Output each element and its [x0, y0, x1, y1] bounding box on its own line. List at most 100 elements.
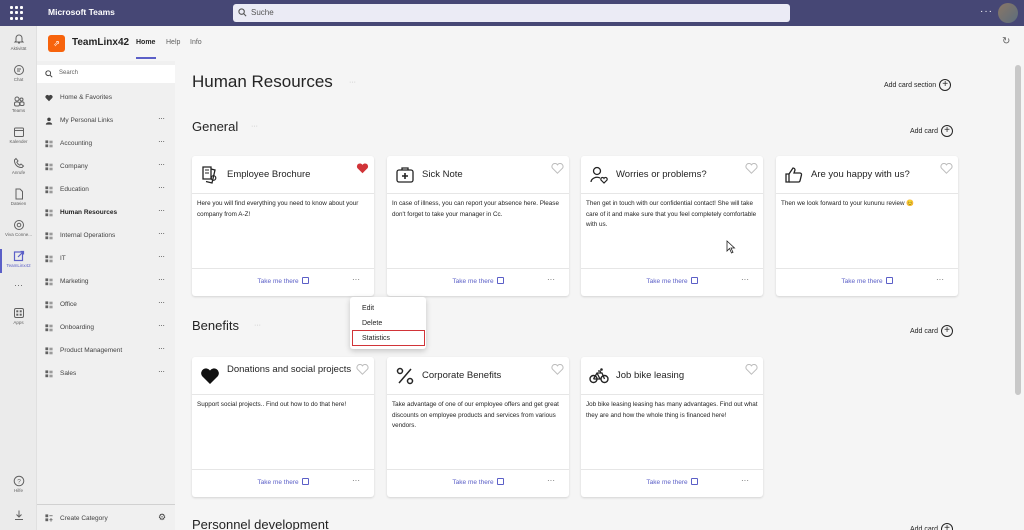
sidebar-item-menu-button[interactable]: ···: [158, 298, 165, 307]
rail-item-calendar[interactable]: Kalender: [0, 123, 37, 153]
rail-item-activity[interactable]: Aktivität: [0, 30, 37, 60]
app-launcher-icon[interactable]: [10, 6, 24, 20]
calendar-icon: [13, 127, 24, 137]
card-menu-button[interactable]: ···: [352, 275, 360, 284]
rail-item-files[interactable]: Dateien: [0, 185, 37, 215]
take-me-there-link[interactable]: Take me there: [192, 277, 374, 285]
tab-home[interactable]: Home: [136, 39, 155, 46]
sidebar-item-menu-button[interactable]: ···: [158, 252, 165, 261]
take-me-there-link[interactable]: Take me there: [581, 478, 763, 486]
sidebar-item-menu-button[interactable]: ···: [158, 183, 165, 192]
create-category-button[interactable]: Create Category ⚙: [37, 504, 175, 530]
take-me-there-link[interactable]: Take me there: [581, 277, 763, 285]
sidebar-item-education[interactable]: Education ···: [37, 181, 175, 199]
avatar[interactable]: [998, 3, 1018, 23]
take-me-there-link[interactable]: Take me there: [387, 478, 569, 486]
favorite-heart-icon[interactable]: [745, 161, 758, 174]
favorite-heart-icon[interactable]: [356, 362, 369, 375]
rail-item-teamlinx42[interactable]: TeamLinx42: [0, 247, 37, 277]
sidebar-item-sales[interactable]: Sales ···: [37, 365, 175, 383]
sidebar-item-label: My Personal Links: [60, 117, 114, 124]
card-menu-button[interactable]: ···: [352, 476, 360, 485]
sidebar-item-onboarding[interactable]: Onboarding ···: [37, 319, 175, 337]
rail-item-viva[interactable]: Viva Conne...: [0, 216, 37, 246]
sidebar-item-menu-button[interactable]: ···: [158, 160, 165, 169]
rail-item-apps[interactable]: Apps: [0, 304, 37, 334]
sidebar-item-menu-button[interactable]: ···: [158, 321, 165, 330]
rail-item-teams[interactable]: Teams: [0, 92, 37, 122]
sidebar-item-label: IT: [60, 255, 66, 262]
sidebar-item-marketing[interactable]: Marketing ···: [37, 273, 175, 291]
sidebar-item-human-resources[interactable]: Human Resources ···: [37, 204, 175, 222]
sidebar-item-menu-button[interactable]: ···: [158, 275, 165, 284]
card-divider: [581, 193, 763, 194]
rail-item-chat[interactable]: Chat: [0, 61, 37, 91]
category-icon: [45, 278, 53, 286]
settings-gear-icon[interactable]: ⚙: [158, 512, 166, 523]
tab-info[interactable]: Info: [190, 39, 202, 46]
link-card-corporate-benefits[interactable]: Corporate Benefits Take advantage of one …: [387, 357, 569, 497]
favorite-heart-icon[interactable]: [745, 362, 758, 375]
search-icon: [238, 8, 247, 17]
card-menu-button[interactable]: ···: [741, 275, 749, 284]
sidebar-item-menu-button[interactable]: ···: [158, 137, 165, 146]
take-me-there-link[interactable]: Take me there: [192, 478, 374, 486]
sidebar-item-menu-button[interactable]: ···: [158, 229, 165, 238]
take-me-there-link[interactable]: Take me there: [776, 277, 958, 285]
take-me-there-label: Take me there: [257, 479, 299, 486]
search-input[interactable]: Suche: [233, 4, 790, 22]
tab-help[interactable]: Help: [166, 39, 180, 46]
sidebar-item-menu-button[interactable]: ···: [158, 367, 165, 376]
rail-item-help[interactable]: ? Hilfe: [0, 472, 37, 502]
link-card-employee-brochure[interactable]: Employee Brochure Here you will find ever…: [192, 156, 374, 296]
link-card-sick-note[interactable]: Sick Note In case of illness, you can rep…: [387, 156, 569, 296]
sidebar-item-label: Marketing: [60, 278, 89, 285]
add-card-button-benefits[interactable]: Add card +: [910, 325, 954, 337]
page-title-menu-button[interactable]: ···: [349, 79, 356, 86]
favorite-heart-icon[interactable]: [551, 161, 564, 174]
menu-item-delete[interactable]: Delete: [362, 320, 382, 327]
category-search-placeholder: Search: [59, 70, 79, 76]
card-divider: [581, 394, 763, 395]
rail-item-calls[interactable]: Anrufe: [0, 154, 37, 184]
add-card-button-general[interactable]: Add card +: [910, 125, 954, 137]
more-options-button[interactable]: ···: [980, 6, 993, 17]
open-external-icon: [301, 478, 309, 485]
rail-item-download[interactable]: [0, 506, 37, 526]
section-menu-button[interactable]: ···: [251, 123, 258, 130]
favorite-heart-icon[interactable]: [551, 362, 564, 375]
scrollbar-thumb[interactable]: [1015, 65, 1021, 395]
sidebar-item-accounting[interactable]: Accounting ···: [37, 135, 175, 153]
sidebar-item-home-favorites[interactable]: Home & Favorites: [37, 89, 175, 107]
link-card-job-bike-leasing[interactable]: Job bike leasing Job bike leasing leasing…: [581, 357, 763, 497]
sidebar-item-company[interactable]: Company ···: [37, 158, 175, 176]
add-card-section-button[interactable]: Add card section +: [884, 79, 952, 91]
favorite-heart-icon[interactable]: [940, 161, 953, 174]
sidebar-item-internal-operations[interactable]: Internal Operations ···: [37, 227, 175, 245]
link-card-worries-or-problems[interactable]: Worries or problems? Then get in touch wi…: [581, 156, 763, 296]
link-card-donations-and-social-projects[interactable]: Donations and social projects Support soc…: [192, 357, 374, 497]
sidebar-item-menu-button[interactable]: ···: [158, 344, 165, 353]
category-search-input[interactable]: Search: [37, 65, 175, 83]
card-menu-button[interactable]: ···: [547, 476, 555, 485]
card-menu-button[interactable]: ···: [547, 275, 555, 284]
favorite-heart-filled-icon[interactable]: [356, 161, 369, 174]
card-menu-button[interactable]: ···: [741, 476, 749, 485]
sidebar-item-office[interactable]: Office ···: [37, 296, 175, 314]
sidebar-item-it[interactable]: IT ···: [37, 250, 175, 268]
sidebar-item-my-personal-links[interactable]: My Personal Links ···: [37, 112, 175, 130]
create-category-icon: [45, 514, 53, 522]
add-card-button-personnel[interactable]: Add card +: [910, 523, 954, 530]
menu-item-edit[interactable]: Edit: [362, 305, 374, 312]
take-me-there-link[interactable]: Take me there: [387, 277, 569, 285]
refresh-icon[interactable]: ↻: [1002, 36, 1010, 47]
card-title: Sick Note: [422, 169, 463, 180]
link-card-are-you-happy-with-us[interactable]: Are you happy with us? Then we look forwa…: [776, 156, 958, 296]
main-scrollbar[interactable]: [1013, 61, 1024, 530]
section-menu-button[interactable]: ···: [254, 322, 261, 329]
sidebar-item-menu-button[interactable]: ···: [158, 114, 165, 123]
sidebar-item-product-management[interactable]: Product Management ···: [37, 342, 175, 360]
sidebar-item-menu-button[interactable]: ···: [158, 206, 165, 215]
teams-top-bar: Microsoft Teams Suche ···: [0, 0, 1024, 26]
card-menu-button[interactable]: ···: [936, 275, 944, 284]
